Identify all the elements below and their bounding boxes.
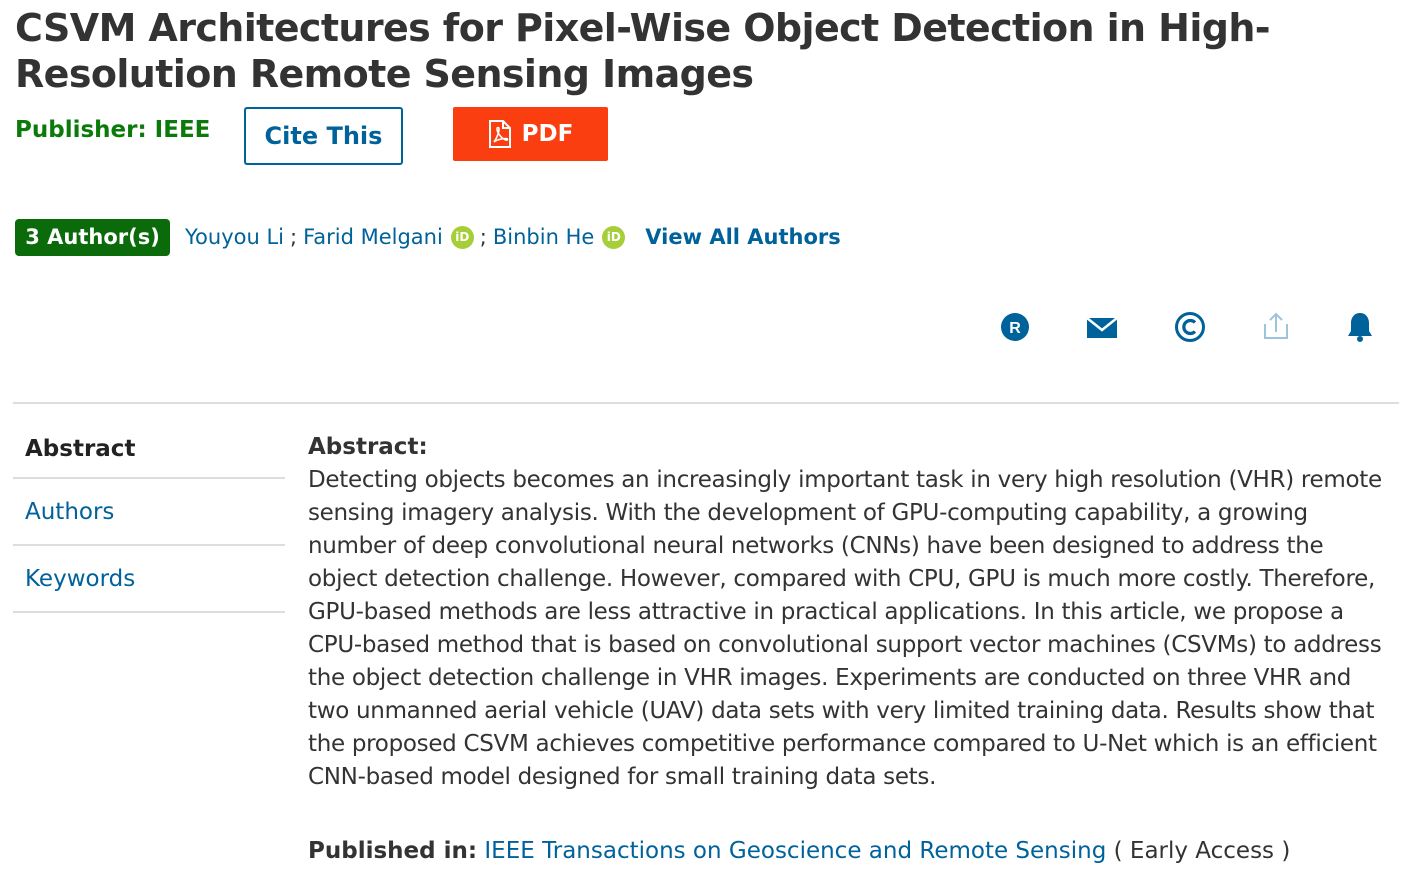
published-in-label: Published in: (308, 838, 478, 864)
email-icon[interactable] (1085, 310, 1119, 344)
pdf-button[interactable]: PDF (453, 107, 608, 161)
rights-letter: R (1009, 320, 1021, 337)
author-link-youyou-li[interactable]: Youyou Li (185, 225, 284, 249)
author-separator: ; (290, 225, 298, 249)
abstract-text: Detecting objects becomes an increasingl… (308, 467, 1382, 790)
abstract-heading: Abstract: (308, 434, 428, 460)
author-separator: ; (479, 225, 487, 249)
cite-this-button[interactable]: Cite This (244, 107, 403, 165)
orcid-icon[interactable]: iD (450, 225, 474, 249)
article-sidebar-nav: Abstract Authors Keywords (13, 420, 285, 613)
nav-item-abstract[interactable]: Abstract (13, 420, 285, 479)
share-icon[interactable] (1259, 310, 1293, 344)
abstract-section: Abstract: Detecting objects becomes an i… (308, 431, 1388, 794)
rights-icon[interactable]: R (998, 310, 1032, 344)
copyright-icon[interactable] (1173, 310, 1207, 344)
pdf-file-icon (488, 120, 511, 148)
pdf-button-label: PDF (521, 121, 574, 147)
publication-status: ( Early Access ) (1113, 838, 1291, 864)
published-in: Published in: IEEE Transactions on Geosc… (308, 838, 1290, 864)
orcid-icon[interactable]: iD (602, 225, 626, 249)
section-divider (13, 402, 1399, 404)
nav-item-keywords[interactable]: Keywords (13, 546, 285, 613)
author-count-badge[interactable]: 3 Author(s) (15, 218, 170, 256)
view-all-authors-link[interactable]: View All Authors (645, 225, 840, 249)
nav-item-authors[interactable]: Authors (13, 479, 285, 546)
author-link-farid-melgani[interactable]: Farid Melgani (303, 225, 443, 249)
journal-link[interactable]: IEEE Transactions on Geoscience and Remo… (484, 838, 1106, 864)
publisher-label: Publisher: IEEE (15, 117, 211, 143)
article-title: CSVM Architectures for Pixel-Wise Object… (15, 6, 1271, 96)
author-link-binbin-he[interactable]: Binbin He (493, 225, 594, 249)
alert-bell-icon[interactable] (1343, 310, 1377, 344)
authors-row: 3 Author(s) Youyou Li ; Farid Melgani iD… (15, 218, 841, 256)
